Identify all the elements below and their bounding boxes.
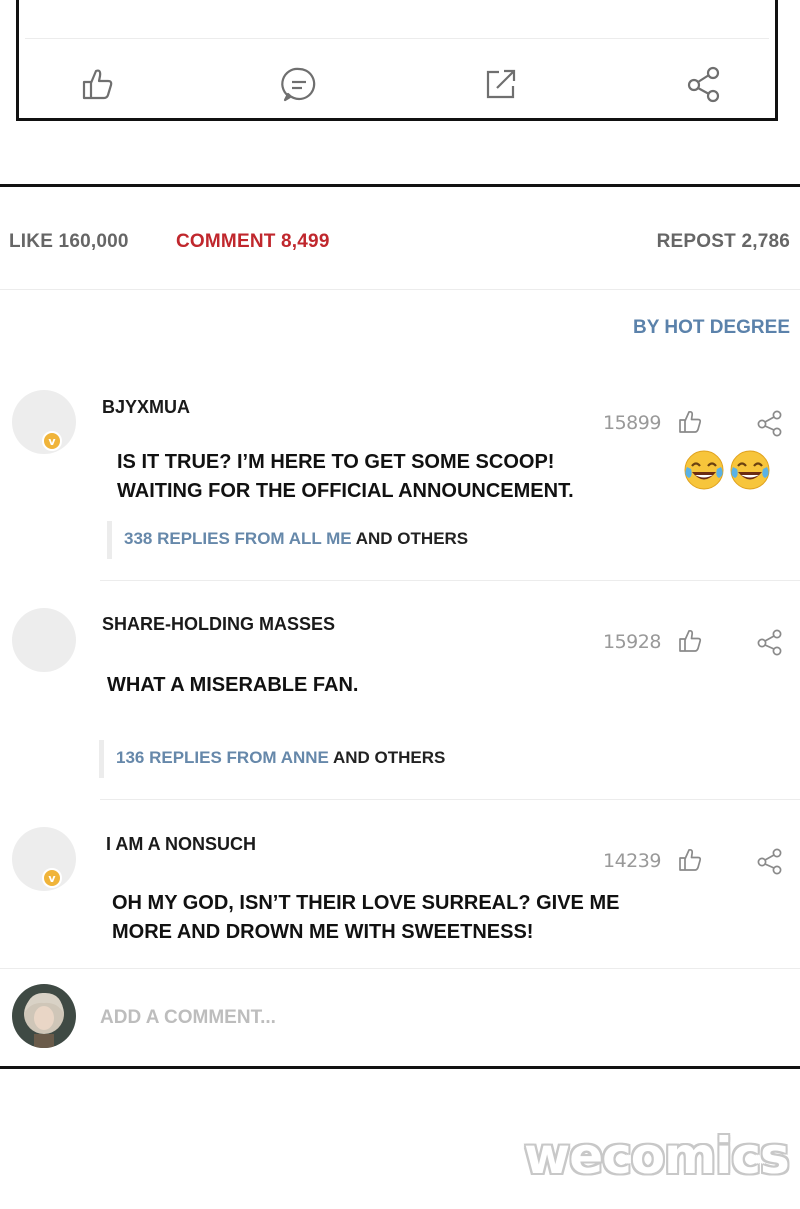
comment-text-line: WAITING FOR THE OFFICIAL ANNOUNCEMENT. [117, 480, 574, 502]
like-count: 15899 [603, 412, 661, 434]
user-avatar[interactable] [12, 984, 76, 1048]
like-icon[interactable] [676, 846, 704, 874]
replies-count-link[interactable]: 136 REPLIES FROM ANNE [116, 748, 329, 767]
comment-text-line: MORE AND DROWN ME WITH SWEETNESS! [112, 921, 534, 943]
replies-suffix: AND OTHERS [355, 529, 469, 548]
avatar[interactable] [12, 608, 76, 672]
comment-text: OH MY GOD, ISN’T THEIR LOVE SURREAL? GIV… [112, 889, 619, 947]
divider [100, 580, 800, 581]
tears-of-joy-emoji-icon [730, 450, 770, 490]
comment-input[interactable]: ADD A COMMENT... [100, 1007, 276, 1029]
tab-likes[interactable]: LIKE 160,000 [9, 231, 129, 253]
wecomics-watermark: wecomics [524, 1127, 790, 1185]
stats-bar: LIKE 160,000 COMMENT 8,499 REPOST 2,786 [0, 187, 800, 289]
replies-count-link[interactable]: 338 REPLIES FROM ALL ME [124, 529, 352, 548]
replies-suffix: AND OTHERS [332, 748, 446, 767]
comment-username[interactable]: BJYXMUA [102, 397, 190, 418]
like-icon[interactable] [676, 627, 704, 655]
comment-text: WHAT A MISERABLE FAN. [107, 671, 358, 700]
sort-toggle[interactable]: BY HOT DEGREE [633, 317, 790, 339]
post-card [16, 0, 778, 121]
share-icon[interactable] [683, 64, 723, 104]
verified-badge-icon: v [42, 868, 62, 888]
reply-bar [107, 521, 112, 559]
like-count: 15928 [603, 631, 661, 653]
verified-badge-icon: v [42, 431, 62, 451]
comment-text: IS IT TRUE? I’M HERE TO GET SOME SCOOP! … [117, 448, 574, 506]
like-count: 14239 [603, 850, 661, 872]
tears-of-joy-emoji-icon [684, 450, 724, 490]
share-icon[interactable] [754, 846, 784, 876]
divider [0, 289, 800, 290]
like-icon[interactable] [676, 408, 704, 436]
comment-username[interactable]: I AM A NONSUCH [106, 834, 256, 855]
comment-icon[interactable] [279, 64, 319, 104]
share-icon[interactable] [754, 408, 784, 438]
divider [0, 968, 800, 969]
share-icon[interactable] [754, 627, 784, 657]
tab-comments[interactable]: COMMENT 8,499 [176, 231, 330, 253]
tab-reposts[interactable]: REPOST 2,786 [657, 231, 790, 253]
comment-text-line: WHAT A MISERABLE FAN. [107, 674, 359, 696]
comment-text-line: OH MY GOD, ISN’T THEIR LOVE SURREAL? GIV… [112, 892, 620, 914]
like-icon[interactable] [77, 64, 117, 104]
comment-text-line: IS IT TRUE? I’M HERE TO GET SOME SCOOP! [117, 451, 555, 473]
divider [100, 799, 800, 800]
avatar-image-icon [12, 984, 76, 1048]
repost-icon[interactable] [481, 64, 521, 104]
comments-panel: LIKE 160,000 COMMENT 8,499 REPOST 2,786 … [0, 184, 800, 1069]
card-divider [25, 38, 769, 39]
comment-username[interactable]: SHARE-HOLDING MASSES [102, 614, 335, 635]
reply-bar [99, 740, 104, 778]
replies-link[interactable]: 136 REPLIES FROM ANNE AND OTHERS [99, 740, 446, 778]
replies-link[interactable]: 338 REPLIES FROM ALL ME AND OTHERS [107, 521, 469, 559]
